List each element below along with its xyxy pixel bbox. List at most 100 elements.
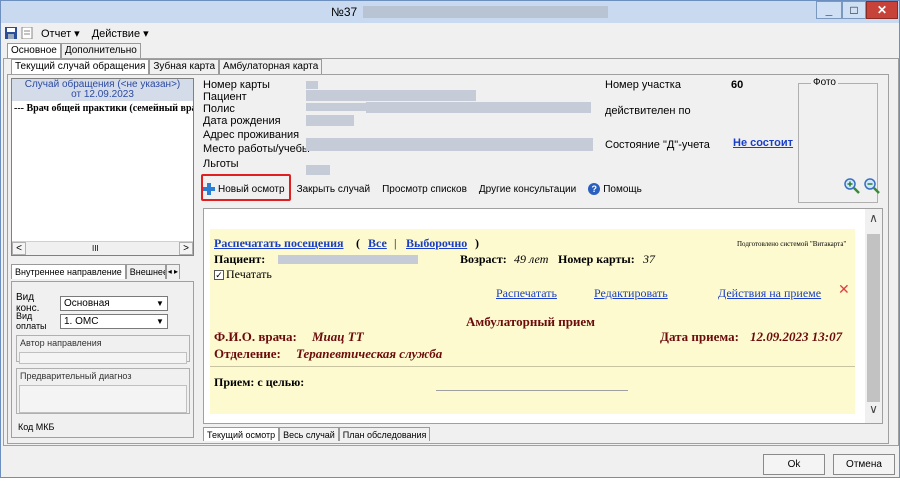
zoom-out-icon[interactable]	[863, 177, 881, 195]
scroll-up-arrow[interactable]: ∧	[865, 211, 882, 225]
new-exam-button[interactable]: Новый осмотр	[203, 183, 285, 195]
patient-label: Пациент	[203, 91, 247, 103]
case-tree[interactable]: Случай обращения (<не указан>) от 12.09.…	[11, 78, 194, 256]
redacted-address	[306, 138, 593, 151]
redacted-patient-name	[278, 255, 418, 264]
visit-date-label: Дата приема:	[660, 329, 739, 344]
dispensary-label: Состояние "Д"-учета	[605, 139, 710, 151]
print-link[interactable]: Распечатать	[496, 286, 557, 301]
scroll-down-arrow[interactable]: ∨	[865, 402, 882, 416]
valid-until-label: действителен по	[605, 105, 691, 117]
cancel-button[interactable]: Отмена	[833, 454, 895, 475]
uchastok-value: 60	[731, 79, 744, 91]
prelim-diagnosis-label: Предварительный диагноз	[20, 371, 132, 381]
chevron-down-icon[interactable]: ▼	[154, 297, 166, 310]
print-checkbox[interactable]: ✓	[214, 269, 224, 280]
tab-scroll-arrows[interactable]: ◂ ▸	[165, 264, 181, 279]
author-field[interactable]	[19, 352, 187, 364]
tab-internal-direction[interactable]: Внутреннее направление	[11, 264, 126, 279]
tab-whole-case[interactable]: Весь случай	[279, 427, 339, 441]
birth-date-label: Дата рождения	[203, 115, 281, 127]
tab-main[interactable]: Основное	[7, 43, 61, 58]
dispensary-status-link[interactable]: Не состоит	[733, 137, 793, 149]
minimize-button[interactable]: _	[816, 1, 842, 19]
case-hscrollbar[interactable]: < III >	[12, 241, 193, 255]
vid-oplaty-select[interactable]: 1. ОМС ▼	[60, 313, 168, 329]
title-redacted	[363, 6, 608, 18]
author-group: Автор направления	[16, 335, 190, 364]
department-label: Отделение:	[214, 346, 281, 361]
close-icon[interactable]: ✕	[838, 282, 850, 299]
close-case-button[interactable]: Закрыть случай	[297, 184, 371, 195]
redacted-policy-2	[366, 102, 591, 113]
scroll-thumb[interactable]: III	[92, 244, 99, 253]
doctor-label: Ф.И.О. врача:	[214, 329, 297, 344]
document-vscrollbar[interactable]: ∧ ∨	[865, 209, 882, 423]
maximize-button[interactable]: □	[842, 1, 866, 19]
prelim-diagnosis-group: Предварительный диагноз	[16, 368, 190, 414]
tab-outpatient-card[interactable]: Амбулаторная карта	[219, 59, 323, 74]
scroll-right-arrow[interactable]: >	[179, 242, 193, 255]
policy-label: Полис	[203, 103, 235, 115]
left-column: Случай обращения (<не указан>) от 12.09.…	[11, 78, 194, 438]
visit-actions-link[interactable]: Действия на приеме	[718, 286, 821, 301]
case-tree-item[interactable]: --- Врач общей практики (семейный врач	[12, 101, 193, 116]
exam-tabs: Текущий осмотр Весь случай План обследов…	[203, 427, 431, 441]
paren-open: (	[356, 236, 360, 250]
zoom-in-icon[interactable]	[843, 177, 861, 195]
ok-button[interactable]: Ok	[763, 454, 825, 475]
scroll-thumb[interactable]	[867, 234, 880, 402]
card-number-label: Номер карты:	[558, 252, 635, 266]
department-value: Терапевтическая служба	[296, 346, 443, 361]
tab-current-exam[interactable]: Текущий осмотр	[203, 427, 280, 441]
separator: |	[394, 236, 397, 250]
prelim-diagnosis-field[interactable]	[19, 385, 187, 413]
case-header-date: от 12.09.2023	[71, 89, 134, 100]
tab-current-case[interactable]: Текущий случай обращения	[11, 59, 150, 74]
menu-report[interactable]: Отчет ▾	[37, 27, 84, 40]
print-visits-link[interactable]: Распечатать посещения	[214, 236, 344, 251]
card-number-label: Номер карты	[203, 79, 270, 91]
vid-kons-value: Основная	[64, 297, 110, 309]
document-icon[interactable]	[21, 26, 33, 40]
new-exam-label: Новый осмотр	[218, 183, 285, 195]
doctor-value: Миац ТТ	[312, 329, 364, 344]
scroll-left-arrow[interactable]: <	[12, 242, 26, 255]
close-window-button[interactable]: ✕	[866, 1, 898, 19]
menu-action[interactable]: Действие ▾	[88, 27, 153, 40]
prepared-by: Подготовлено системой "Витакарта"	[737, 240, 847, 248]
redacted-patient	[306, 90, 476, 101]
tab-additional[interactable]: Дополнительно	[60, 43, 141, 58]
workplace-label: Место работы/учебы	[203, 143, 310, 155]
print-checkbox-row[interactable]: ✓ Печатать	[214, 267, 272, 282]
selective-link[interactable]: Выборочно	[406, 236, 467, 251]
plus-icon	[203, 183, 215, 195]
help-button[interactable]: ? Помощь	[588, 183, 642, 195]
visit-goal-label: Прием: с целью:	[214, 375, 305, 389]
edit-link[interactable]: Редактировать	[594, 286, 668, 301]
print-checkbox-label: Печатать	[226, 267, 272, 281]
direction-panel: Вид конс. Основная ▼ Вид оплаты 1. ОМС ▼…	[11, 281, 194, 438]
tab-external-direction[interactable]: Внешнее на	[125, 264, 166, 279]
all-link[interactable]: Все	[368, 236, 387, 251]
case-toolbar: Новый осмотр Закрыть случай Просмотр спи…	[203, 179, 654, 199]
chevron-down-icon[interactable]: ▼	[154, 315, 166, 328]
visit-document: Распечатать посещения ( Все | Выборочно …	[210, 229, 855, 414]
address-label: Адрес проживания	[203, 129, 300, 141]
mkb-label: Код МКБ	[18, 422, 55, 432]
patient-label: Пациент:	[214, 252, 266, 266]
save-icon[interactable]	[5, 27, 17, 39]
redacted-card	[306, 81, 318, 89]
redacted-benefits	[306, 165, 330, 175]
author-label: Автор направления	[20, 338, 102, 348]
paren-close: )	[475, 236, 479, 250]
other-consults-button[interactable]: Другие консультации	[479, 184, 576, 195]
document-view[interactable]: Распечатать посещения ( Все | Выборочно …	[203, 208, 883, 424]
vid-kons-select[interactable]: Основная ▼	[60, 295, 168, 311]
tab-dental-chart[interactable]: Зубная карта	[149, 59, 220, 74]
help-icon: ?	[588, 183, 601, 195]
underlying-window-strip	[0, 478, 900, 482]
tab-exam-plan[interactable]: План обследования	[338, 427, 431, 441]
view-lists-button[interactable]: Просмотр списков	[382, 184, 467, 195]
case-header[interactable]: Случай обращения (<не указан>) от 12.09.…	[12, 79, 193, 101]
